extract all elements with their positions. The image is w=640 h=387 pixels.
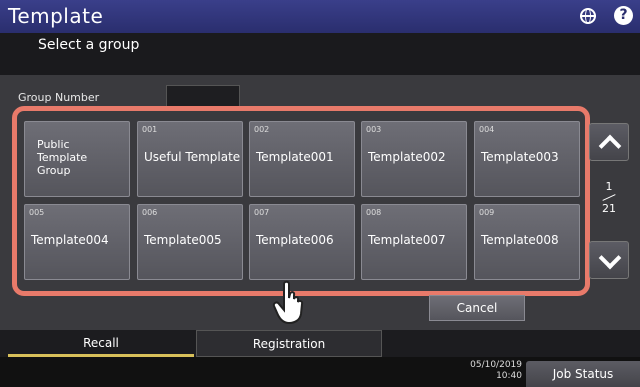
instruction-bar: Select a group xyxy=(0,33,640,75)
page-title: Template xyxy=(8,4,104,28)
group-name: Useful Template xyxy=(144,150,241,164)
page-up-button[interactable] xyxy=(589,123,629,161)
group-number: 006 xyxy=(142,208,158,217)
page-separator xyxy=(602,194,616,201)
tap-hand-icon xyxy=(272,280,304,324)
group-name: Public Template Group xyxy=(37,138,88,177)
group-name: Template005 xyxy=(144,233,222,247)
group-name: Template002 xyxy=(368,150,446,164)
tab-recall[interactable]: Recall xyxy=(8,330,194,357)
group-name: Template004 xyxy=(31,233,109,247)
group-tile-001[interactable]: 001 Useful Template xyxy=(137,121,243,197)
title-bar: Template ? xyxy=(0,0,640,33)
group-number: 005 xyxy=(29,208,45,217)
globe-icon[interactable] xyxy=(580,8,596,24)
status-bar: 05/10/2019 10:40 Job Status xyxy=(0,357,640,387)
current-page: 1 xyxy=(605,180,613,193)
page-indicator: 1 21 xyxy=(594,180,624,215)
group-number: 002 xyxy=(254,125,270,134)
job-status-button[interactable]: Job Status xyxy=(526,361,640,387)
time: 10:40 xyxy=(496,371,522,381)
group-name: Template007 xyxy=(368,233,446,247)
chevron-up-icon xyxy=(598,134,622,158)
group-tile-006[interactable]: 006 Template005 xyxy=(137,204,243,280)
group-name: Template006 xyxy=(256,233,334,247)
group-number: 004 xyxy=(479,125,495,134)
cancel-button[interactable]: Cancel xyxy=(429,295,525,321)
help-icon[interactable]: ? xyxy=(614,6,633,25)
group-tile-009[interactable]: 009 Template008 xyxy=(474,204,580,280)
group-tile-002[interactable]: 002 Template001 xyxy=(249,121,355,197)
group-number: 008 xyxy=(366,208,382,217)
group-tile-007[interactable]: 007 Template006 xyxy=(249,204,355,280)
tab-bar: Recall Registration xyxy=(0,330,640,357)
total-pages: 21 xyxy=(602,202,616,215)
date: 05/10/2019 xyxy=(470,360,522,370)
group-number: 003 xyxy=(366,125,382,134)
tab-registration[interactable]: Registration xyxy=(196,330,382,357)
page-down-button[interactable] xyxy=(589,241,629,279)
group-name: Template003 xyxy=(481,150,559,164)
group-name: Template001 xyxy=(256,150,334,164)
group-tile-public[interactable]: Public Template Group xyxy=(24,121,130,197)
group-number: 001 xyxy=(142,125,158,134)
group-tile-003[interactable]: 003 Template002 xyxy=(361,121,467,197)
chevron-down-icon xyxy=(598,246,622,270)
datetime: 05/10/2019 10:40 xyxy=(470,360,522,382)
group-tile-004[interactable]: 004 Template003 xyxy=(474,121,580,197)
group-number: 009 xyxy=(479,208,495,217)
group-number-label: Group Number xyxy=(18,91,100,104)
instruction-text: Select a group xyxy=(38,37,140,53)
group-name: Template008 xyxy=(481,233,559,247)
group-tile-005[interactable]: 005 Template004 xyxy=(24,204,130,280)
group-tile-008[interactable]: 008 Template007 xyxy=(361,204,467,280)
group-number: 007 xyxy=(254,208,270,217)
group-selection-panel: Group Number Public Template Group 001 U… xyxy=(0,75,640,330)
